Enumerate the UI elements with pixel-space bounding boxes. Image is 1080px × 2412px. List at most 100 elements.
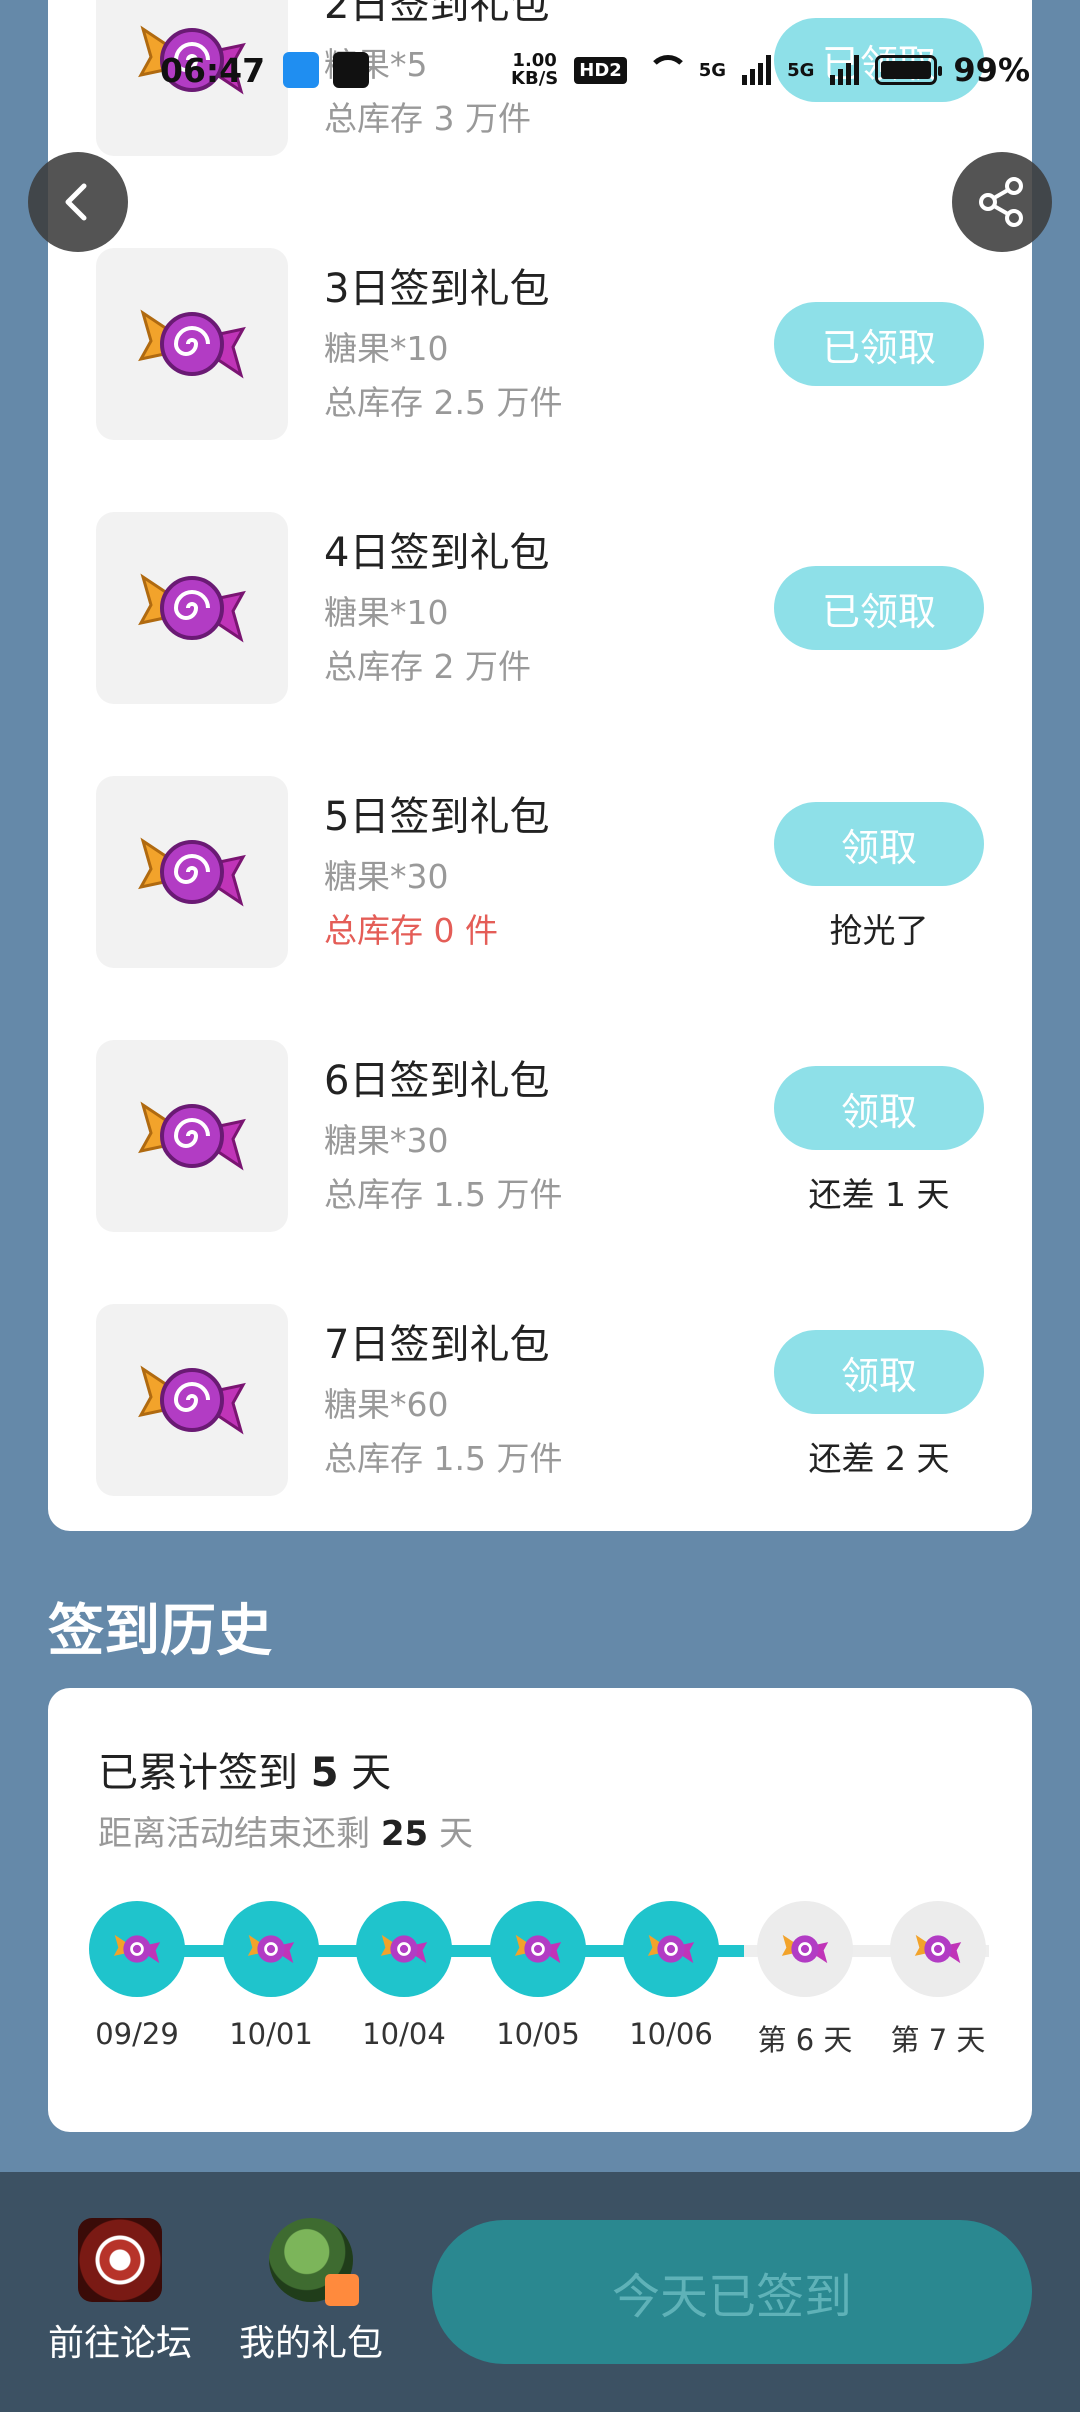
claimed-button[interactable]: 已领取 [774,302,984,386]
gift-title: 4日签到礼包 [324,530,550,576]
my-gifts-label: 我的礼包 [238,2323,383,2364]
day-badge [757,1901,853,1997]
bottom-bar: 前往论坛 我的礼包 今天已签到 [0,2172,1080,2412]
day-badge [623,1901,719,1997]
candy-icon [514,1934,562,1964]
signed-in-today-button[interactable]: 今天已签到 [432,2220,1032,2364]
day-badge [223,1901,319,1997]
forum-label: 前往论坛 [47,2323,192,2364]
gift-thumbnail [96,248,288,440]
battery-percent: 99% [953,51,1030,89]
claim-button[interactable]: 领取 [774,802,984,886]
gift-title: 5日签到礼包 [324,794,550,840]
day-label: 第 6 天 [757,2023,853,2057]
location-shield-icon [283,52,320,88]
day-badge [89,1901,185,1997]
remaining-prefix: 距离活动结束还剩 [98,1814,381,1854]
candy-icon [138,573,246,643]
forum-logo-icon [78,2218,162,2302]
network-speed-unit: KB/S [511,68,559,89]
day-label: 10/06 [629,2017,713,2051]
gift-row-day3: 3日签到礼包 糖果*10 总库存 2.5 万件 已领取 [48,248,1032,440]
signal-icon-2 [830,55,860,85]
history-card: 已累计签到 5 天 距离活动结束还剩 25 天 09/29 10/01 10/0… [48,1688,1032,2132]
gift-row-day6: 6日签到礼包 糖果*30 总库存 1.5 万件 领取 还差 1 天 [48,1040,1032,1232]
gift-title: 6日签到礼包 [324,1058,550,1104]
gift-quantity: 糖果*10 [324,593,449,632]
candy-icon [138,309,246,379]
candy-icon [647,1934,695,1964]
network-type-1: 5G [698,59,727,81]
cumulative-signin: 已累计签到 5 天 [98,1740,391,1798]
day-badge [356,1901,452,1997]
tiktok-icon [333,52,370,88]
back-button[interactable] [28,152,128,252]
claimed-button[interactable]: 已领取 [774,566,984,650]
candy-icon [247,1934,295,1964]
wifi-icon [643,55,689,85]
gift-stock: 总库存 1.5 万件 [324,1439,563,1478]
gift-row-day7: 7日签到礼包 糖果*60 总库存 1.5 万件 领取 还差 2 天 [48,1304,1032,1496]
status-time: 06:47 [160,50,266,90]
gift-stock-empty: 总库存 0 件 [324,911,498,950]
status-bar: 06:47 1.00 KB/S HD2 5G 5G 99% [0,0,1080,140]
history-section-title: 签到历史 [48,1599,272,1664]
day-label: 10/01 [229,2017,313,2051]
share-icon [979,177,1023,227]
cumulative-suffix: 天 [338,1750,392,1796]
day-label: 09/29 [95,2017,179,2051]
timeline-day: 10/04 [337,1901,471,2051]
timeline-day: 10/01 [204,1901,338,2051]
candy-icon [138,1101,246,1171]
claim-button[interactable]: 领取 [774,1330,984,1414]
my-gifts-avatar-icon [269,2218,359,2306]
day-badge [490,1901,586,1997]
candy-icon [781,1934,829,1964]
gift-status-note: 抢光了 [829,911,929,950]
candy-icon [138,1365,246,1435]
gift-stock: 总库存 2.5 万件 [324,383,563,422]
gift-list-card: 2日签到礼包 糖果*5 总库存 3 万件 已领取 3日签到礼包 糖果*10 总库… [48,0,1032,1531]
timeline-day: 10/05 [471,1901,605,2051]
my-gifts-link[interactable]: 我的礼包 [231,2218,391,2366]
remaining-days: 25 [380,1814,429,1854]
gift-title: 7日签到礼包 [324,1322,550,1368]
network-speed: 1.00 KB/S [511,52,558,88]
candy-icon [914,1934,962,1964]
gift-row-day4: 4日签到礼包 糖果*10 总库存 2 万件 已领取 [48,512,1032,704]
gift-stock: 总库存 1.5 万件 [324,1175,563,1214]
day-label: 第 7 天 [890,2023,986,2057]
share-button[interactable] [952,152,1052,252]
timeline-day: 10/06 [604,1901,738,2051]
gift-thumbnail [96,1040,288,1232]
cumulative-prefix: 已累计签到 [98,1750,311,1796]
gift-row-day5: 5日签到礼包 糖果*30 总库存 0 件 领取 抢光了 [48,776,1032,968]
days-remaining: 距离活动结束还剩 25 天 [98,1806,473,1855]
claim-button[interactable]: 领取 [774,1066,984,1150]
gift-quantity: 糖果*10 [324,329,449,368]
timeline-day: 09/29 [70,1901,204,2051]
day-label: 10/04 [362,2017,446,2051]
candy-icon [380,1934,428,1964]
hd-badge: HD2 [574,56,627,84]
signal-icon [742,55,772,85]
remaining-suffix: 天 [428,1814,473,1854]
gift-thumbnail [96,512,288,704]
gift-status-note: 还差 1 天 [808,1175,950,1214]
gift-quantity: 糖果*30 [324,1121,449,1160]
network-type-2: 5G [787,59,815,81]
gift-quantity: 糖果*60 [324,1385,449,1424]
gift-thumbnail [96,776,288,968]
gift-quantity: 糖果*30 [324,857,449,896]
forum-link[interactable]: 前往论坛 [40,2218,200,2366]
chevron-left-icon [65,183,87,221]
gift-title: 3日签到礼包 [324,266,550,312]
timeline-day: 第 7 天 [871,1901,1005,2059]
timeline-day: 第 6 天 [738,1901,872,2059]
battery-icon [875,55,943,85]
cumulative-days: 5 [310,1750,339,1796]
gift-thumbnail [96,1304,288,1496]
day-badge [890,1901,986,1997]
status-right: 1.00 KB/S HD2 5G 5G 99% [511,51,1030,89]
candy-icon [138,837,246,907]
